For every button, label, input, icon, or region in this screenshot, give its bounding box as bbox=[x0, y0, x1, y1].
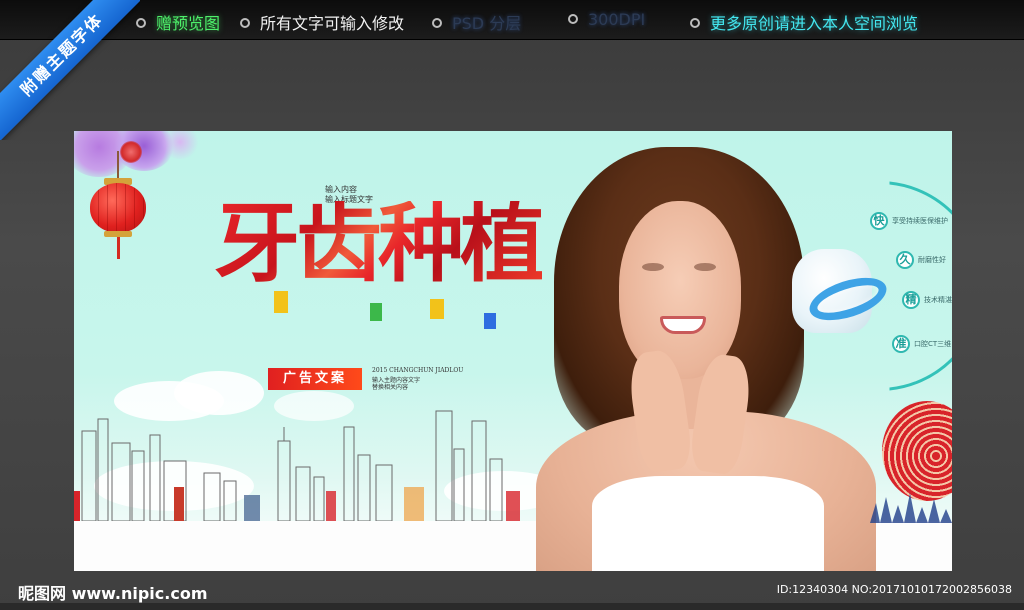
small-text-mid: 2015 CHANGCHUN JIADLOU bbox=[372, 367, 464, 374]
grass-decoration bbox=[870, 493, 952, 523]
image-id: ID:12340304 NO:20171010172002856038 bbox=[776, 583, 1012, 596]
bullet-icon bbox=[568, 14, 578, 24]
feature-item: 精技术精湛 bbox=[902, 289, 952, 309]
bullet-icon bbox=[240, 18, 250, 28]
topbar-item-psd: PSD 分层 bbox=[432, 10, 521, 34]
topbar-item-preview: 赠预览图 bbox=[136, 10, 220, 34]
small-text-bottom: 输入主题内容文字 替换相关内容 bbox=[372, 377, 421, 391]
ad-copy-label: 广告文案 bbox=[268, 368, 362, 390]
city-skyline bbox=[74, 410, 520, 522]
feature-item: 快享受持续医保维护 bbox=[870, 210, 948, 230]
bullet-icon bbox=[432, 18, 442, 28]
topbar-item-editable: 所有文字可输入修改 bbox=[240, 10, 404, 34]
corner-ribbon: 附赠主题字体 bbox=[0, 0, 140, 140]
footer-strip bbox=[0, 603, 1024, 610]
feature-item: 久耐磨性好 bbox=[896, 249, 946, 269]
headline: 牙齿种植 bbox=[214, 194, 546, 294]
topbar-item-dpi: 300DPI bbox=[568, 10, 645, 29]
bullet-icon bbox=[690, 18, 700, 28]
site-watermark: 昵图网 www.nipic.com bbox=[18, 584, 208, 603]
feature-item: 准口腔CT三维 bbox=[892, 333, 951, 353]
poster: 输入内容 输入标题文字 牙齿种植 广告文案 2015 CHANGCHUN JIA… bbox=[74, 131, 952, 571]
top-info-bar: 赠预览图 所有文字可输入修改 PSD 分层 300DPI 更多原创请进入本人空间… bbox=[0, 0, 1024, 40]
ribbon-label: 附赠主题字体 bbox=[0, 0, 140, 140]
topbar-item-more: 更多原创请进入本人空间浏览 bbox=[690, 10, 918, 34]
